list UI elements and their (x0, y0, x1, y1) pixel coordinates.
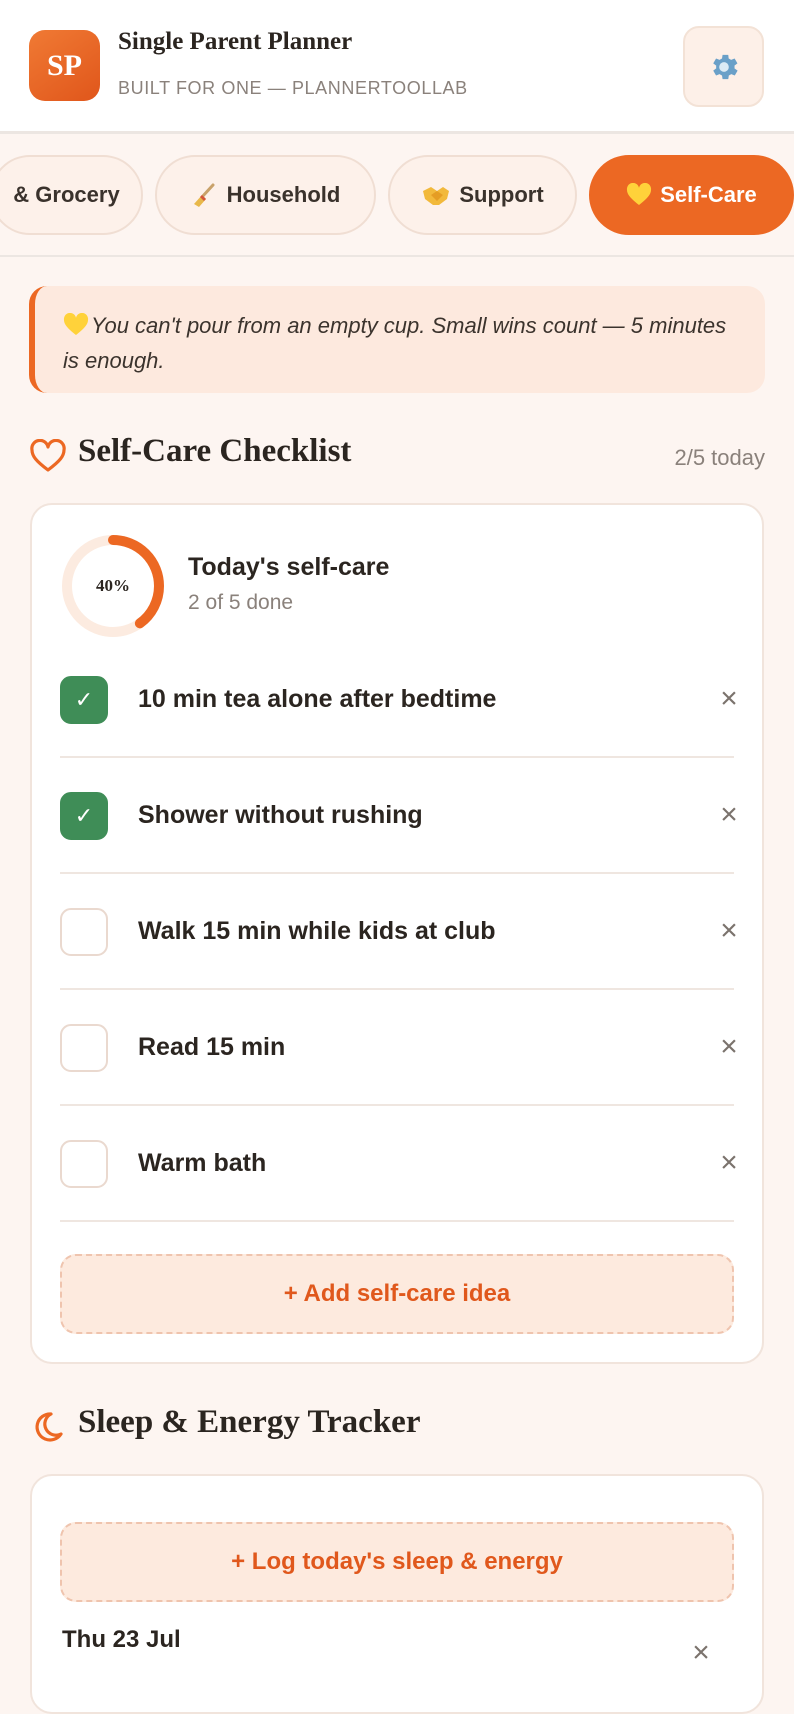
progress-percent: 40% (96, 576, 130, 595)
add-self-care-button[interactable]: + Add self-care idea (60, 1254, 734, 1334)
sleep-header: Sleep & Energy Tracker (29, 1404, 765, 1448)
delete-button[interactable]: × (712, 914, 746, 948)
checkbox[interactable] (60, 1140, 108, 1188)
checkbox[interactable]: ✓ (60, 676, 108, 724)
item-label: Warm bath (138, 1149, 267, 1177)
self-care-header: Self-Care Checklist 2/5 today (29, 433, 765, 477)
tab-label: Support (459, 182, 544, 207)
delete-button[interactable]: × (712, 1030, 746, 1064)
progress-title: Today's self-care (188, 553, 390, 581)
broom-icon (191, 181, 219, 209)
tab-bar: & Grocery Household Support Self-Care (0, 137, 794, 257)
item-label: Shower without rushing (138, 801, 423, 829)
item-label: 10 min tea alone after bedtime (138, 685, 497, 713)
tab-support[interactable]: Support (388, 155, 577, 235)
item-label: Read 15 min (138, 1033, 286, 1061)
checklist-item: ✓ 10 min tea alone after bedtime × (60, 642, 738, 758)
delete-button[interactable]: × (684, 1636, 718, 1670)
tab-household[interactable]: Household (155, 155, 376, 235)
tab-self-care[interactable]: Self-Care (589, 155, 794, 235)
tip-banner: You can't pour from an empty cup. Small … (29, 286, 765, 393)
checkbox[interactable] (60, 1024, 108, 1072)
sleep-card: + Log today's sleep & energy Thu 23 Jul … (30, 1474, 764, 1714)
delete-button[interactable]: × (712, 798, 746, 832)
checkbox[interactable] (60, 908, 108, 956)
handshake-icon (421, 183, 451, 207)
delete-button[interactable]: × (712, 1146, 746, 1180)
app-subtitle: BUILT FOR ONE — PLANNERTOOLLAB (118, 78, 468, 98)
tab-grocery[interactable]: & Grocery (0, 155, 143, 235)
app-logo: SP (29, 30, 100, 101)
settings-button[interactable] (683, 26, 764, 107)
section-title: Self-Care Checklist (78, 433, 352, 469)
item-label: Walk 15 min while kids at club (138, 917, 496, 945)
tab-label: Household (226, 182, 341, 207)
tab-label: & Grocery (13, 182, 120, 207)
checkmark-icon: ✓ (74, 803, 94, 828)
self-care-card: 40% Today's self-care 2 of 5 done ✓ 10 m… (30, 503, 764, 1364)
sleep-entry-date: Thu 23 Jul (62, 1626, 181, 1653)
checkmark-icon: ✓ (74, 687, 94, 712)
section-title: Sleep & Energy Tracker (78, 1404, 421, 1440)
tab-label: Self-Care (660, 182, 757, 207)
tip-text: You can't pour from an empty cup. Small … (63, 313, 727, 373)
yellow-heart-icon (63, 312, 89, 345)
app-title: Single Parent Planner (118, 28, 353, 55)
heart-outline-icon (30, 439, 66, 472)
progress-subtitle: 2 of 5 done (188, 591, 294, 614)
delete-button[interactable]: × (712, 682, 746, 716)
self-care-count: 2/5 today (674, 445, 765, 470)
checkbox[interactable]: ✓ (60, 792, 108, 840)
log-sleep-button[interactable]: + Log today's sleep & energy (60, 1522, 734, 1602)
moon-icon (35, 1412, 63, 1442)
checklist-item: Walk 15 min while kids at club × (60, 874, 738, 990)
checklist-item: ✓ Shower without rushing × (60, 758, 738, 874)
yellow-heart-icon (626, 183, 652, 207)
checklist-item: Read 15 min × (60, 990, 738, 1106)
app-header: SP Single Parent Planner BUILT FOR ONE —… (0, 0, 794, 134)
checklist-item: Warm bath × (60, 1106, 738, 1222)
gear-icon (712, 54, 738, 79)
